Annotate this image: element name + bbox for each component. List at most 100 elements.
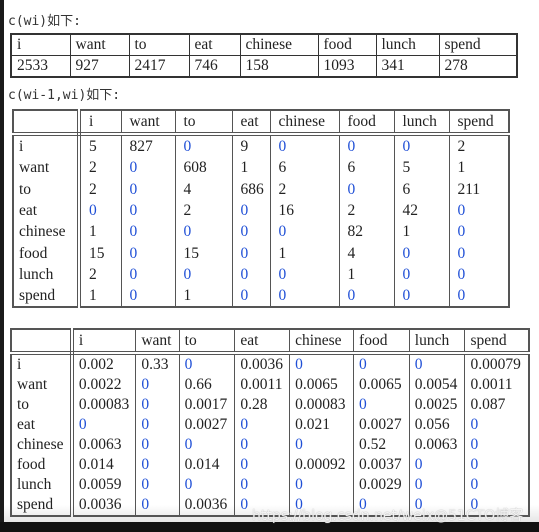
column-header: i (71, 329, 137, 355)
value-cell: 0.0022 (71, 375, 137, 395)
table-row: food 0.014 0 0.014 0 0.00092 0.0037 0 0 (10, 455, 530, 475)
value-cell: 0.0036 (71, 495, 137, 516)
column-header (12, 110, 81, 136)
value-cell: 0.087 (464, 395, 530, 415)
value-cell: 0.0027 (353, 415, 410, 435)
bigram-count-table: i want to eat chinese food lunch spend i 5 827 0 9 0 0… (12, 109, 510, 309)
value-cell: 0.0027 (178, 415, 236, 435)
column-header: i (78, 110, 122, 136)
value-cell: 82 (338, 221, 395, 243)
value-cell: 686 (231, 178, 271, 200)
column-header: eat (234, 329, 291, 355)
column-header: to (128, 33, 190, 56)
column-header: chinese (289, 329, 355, 355)
value-cell: 0 (353, 353, 410, 375)
value-cell: 9 (231, 134, 271, 158)
value-cell: 0.00079 (464, 353, 530, 375)
value-cell: 1 (78, 221, 122, 243)
value-cell: 4 (174, 178, 233, 200)
value-cell: 0 (353, 395, 410, 415)
table-row: spend 1 0 1 0 0 0 0 0 (12, 285, 510, 308)
value-cell: 0 (71, 415, 137, 435)
table-row: lunch 2 0 0 0 0 1 0 0 (12, 263, 510, 286)
row-header: want (12, 157, 81, 179)
value-cell: 0 (289, 435, 355, 455)
value-cell: 2 (78, 178, 122, 200)
value-cell: 0.0037 (353, 455, 410, 475)
watermark: https://blog.csdn.net/weix@51CTO博客 (252, 508, 524, 524)
value-cell: 6 (393, 178, 450, 200)
row-header: i (10, 353, 74, 375)
count-cell: 278 (438, 55, 518, 78)
value-cell: 0 (135, 375, 180, 395)
row-header: want (10, 375, 74, 395)
value-cell: 0 (464, 475, 530, 495)
value-cell: 0.00083 (289, 395, 355, 415)
value-cell: 0 (408, 475, 466, 495)
value-cell: 0 (234, 475, 291, 495)
value-cell: 2 (269, 178, 340, 200)
value-cell: 0.0065 (289, 375, 355, 395)
row-header: lunch (12, 263, 81, 286)
row-header: to (12, 178, 81, 200)
unigram-label: c(wi)如下: (8, 14, 81, 29)
value-cell: 0.0063 (408, 435, 466, 455)
value-cell: 0.0011 (234, 375, 291, 395)
column-header: want (120, 110, 176, 136)
value-cell: 0 (178, 435, 236, 455)
value-cell: 0 (174, 263, 233, 286)
count-cell: 2533 (10, 55, 71, 78)
value-cell: 0.0036 (234, 353, 291, 375)
value-cell: 0 (234, 455, 291, 475)
value-cell: 0.33 (135, 353, 180, 375)
value-cell: 0 (231, 199, 271, 222)
table-row: i 0.002 0.33 0 0.0036 0 0 0 0.00079 (10, 353, 530, 375)
column-header: food (338, 110, 395, 136)
count-cell: 1093 (317, 55, 377, 78)
value-cell: 0 (231, 221, 271, 243)
table-row: want 2 0 608 1 6 6 5 1 (12, 157, 510, 179)
column-header: want (135, 329, 180, 355)
value-cell: 0 (234, 415, 291, 435)
value-cell: 5 (393, 157, 450, 179)
value-cell: 211 (448, 178, 510, 200)
value-cell: 0 (448, 199, 510, 222)
value-cell: 0 (269, 134, 340, 158)
value-cell: 0 (120, 285, 176, 308)
row-header: chinese (10, 435, 74, 455)
value-cell: 0.0054 (408, 375, 466, 395)
header-row: i want to eat chinese food lunch spend (10, 33, 518, 56)
value-cell: 0.0036 (178, 495, 236, 516)
value-cell: 0 (464, 415, 530, 435)
value-cell: 0 (269, 221, 340, 243)
count-cell: 927 (69, 55, 130, 78)
row-header: to (10, 395, 74, 415)
value-cell: 0 (135, 455, 180, 475)
column-header: eat (231, 110, 271, 136)
column-header: lunch (375, 33, 440, 56)
table-row: lunch 0.0059 0 0 0 0 0.0029 0 0 (10, 475, 530, 495)
value-cell: 0 (120, 178, 176, 200)
value-cell: 0 (464, 435, 530, 455)
column-header: eat (188, 33, 241, 56)
value-cell: 1 (231, 157, 271, 179)
value-cell: 0 (231, 263, 271, 286)
value-cell: 0 (448, 221, 510, 243)
value-cell: 1 (269, 242, 340, 264)
row-header: spend (12, 285, 81, 308)
value-cell: 0 (135, 415, 180, 435)
row-header: food (10, 455, 74, 475)
value-cell: 0 (464, 455, 530, 475)
value-cell: 0.0017 (178, 395, 236, 415)
value-cell: 0.52 (353, 435, 410, 455)
value-cell: 0.0011 (464, 375, 530, 395)
value-cell: 0 (231, 242, 271, 264)
value-cell: 16 (269, 199, 340, 222)
value-cell: 0 (393, 134, 450, 158)
table-row: eat 0 0 2 0 16 2 42 0 (12, 199, 510, 222)
value-cell: 0.28 (234, 395, 291, 415)
value-cell: 15 (174, 242, 233, 264)
value-cell: 6 (338, 157, 395, 179)
header-row: i want to eat chinese food lunch spend (10, 329, 530, 355)
value-cell: 0.0063 (71, 435, 137, 455)
